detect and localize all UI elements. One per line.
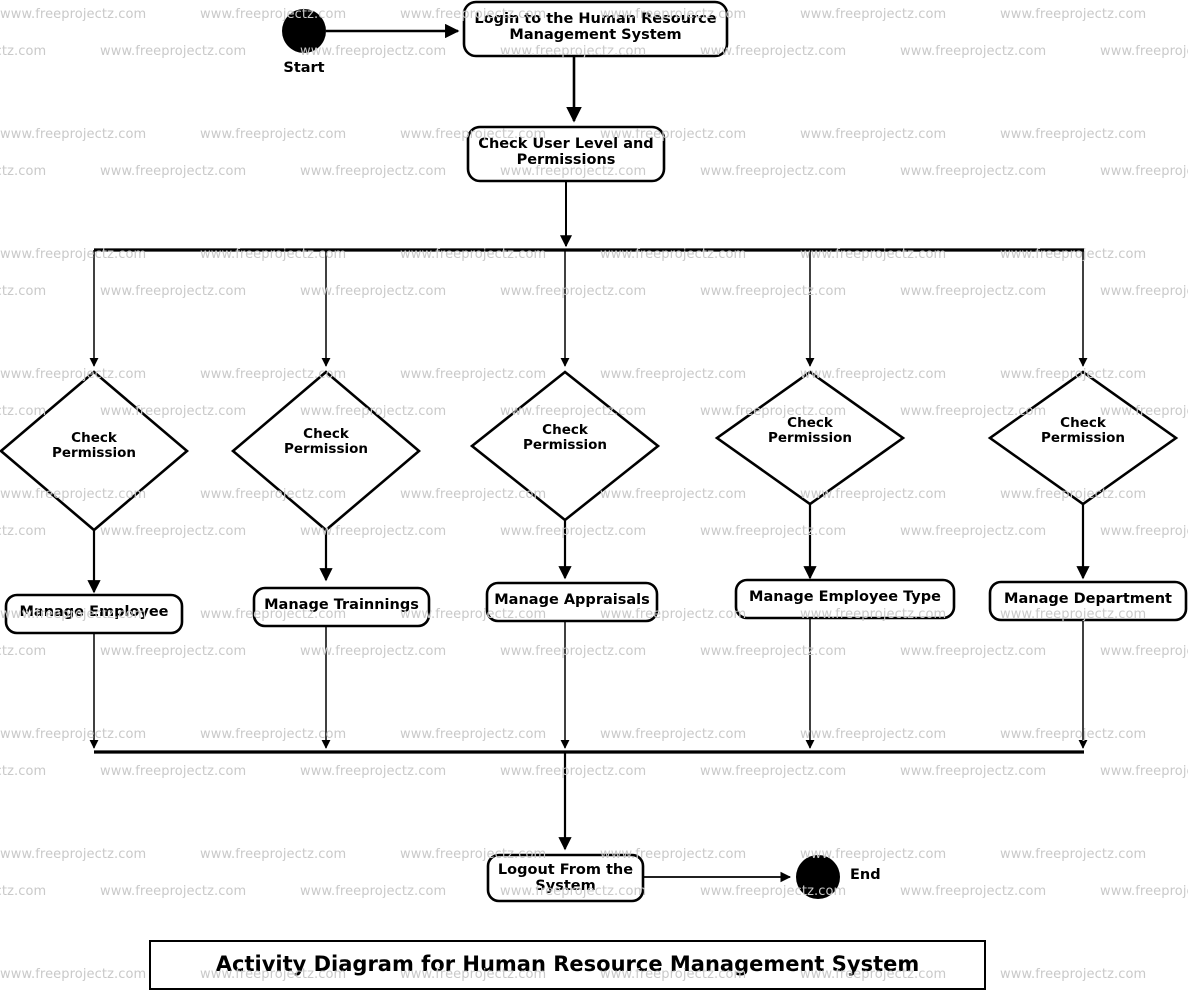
activity-manage-department-box xyxy=(988,580,1188,622)
activity-logout-box xyxy=(486,853,645,903)
activity-manage-employee-box xyxy=(4,593,184,635)
activity-manage-trainnings-box xyxy=(252,586,431,628)
decision-diamond-3 xyxy=(469,370,661,522)
decision-diamond-4 xyxy=(714,370,906,506)
activity-check-user-box xyxy=(466,125,666,183)
title-frame xyxy=(149,940,986,990)
activity-manage-appraisals-box xyxy=(485,581,659,623)
activity-diagram-canvas: www.freeprojectz.comwww.freeprojectz.com… xyxy=(0,0,1188,994)
start-node xyxy=(282,9,326,53)
decision-diamond-2 xyxy=(230,370,422,532)
diagram-vector-layer xyxy=(0,0,1188,990)
activity-login-box xyxy=(462,0,729,58)
activity-manage-employee-type-box xyxy=(734,578,956,620)
end-node xyxy=(796,855,840,899)
decision-diamond-1 xyxy=(0,370,190,532)
decision-diamond-5 xyxy=(987,370,1179,506)
